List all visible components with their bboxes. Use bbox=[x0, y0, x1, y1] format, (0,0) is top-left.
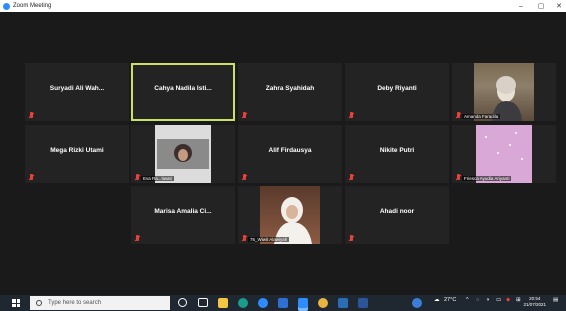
battery-icon[interactable]: ▭ bbox=[496, 297, 501, 303]
app-icon[interactable] bbox=[338, 298, 348, 308]
window-title: Zoom Meeting bbox=[13, 3, 52, 9]
participant-tile-video[interactable]: Amanda Faradila bbox=[452, 63, 556, 121]
maximize-button[interactable]: ▢ bbox=[532, 0, 550, 12]
muted-mic-icon bbox=[456, 112, 461, 118]
chevron-up-icon[interactable]: ^ bbox=[466, 297, 469, 303]
muted-mic-icon bbox=[242, 235, 247, 241]
participant-video bbox=[474, 63, 534, 121]
participant-tile[interactable]: Nikite Putri bbox=[345, 125, 449, 183]
participant-video bbox=[260, 186, 320, 244]
participant-tile[interactable]: Deby Riyanti bbox=[345, 63, 449, 121]
participant-name: Deby Riyanti bbox=[377, 85, 417, 92]
participant-tile[interactable]: Alif Firdausya bbox=[238, 125, 342, 183]
sound-icon[interactable]: ◑ bbox=[486, 297, 489, 303]
app-icon[interactable] bbox=[258, 298, 268, 308]
windows-start-icon[interactable] bbox=[12, 299, 20, 307]
gallery-view: Suryadi Ali Wah... Cahya Nadila Isti... … bbox=[0, 12, 566, 295]
weather-icon[interactable]: ☁ bbox=[434, 297, 440, 303]
participant-name: Cahya Nadila Isti... bbox=[154, 85, 212, 92]
cortana-icon[interactable] bbox=[178, 298, 187, 307]
participant-tile[interactable]: Suryadi Ali Wah... bbox=[25, 63, 129, 121]
participant-video bbox=[155, 125, 211, 183]
action-center-icon[interactable]: ▤ bbox=[553, 297, 558, 303]
file-explorer-icon[interactable] bbox=[218, 298, 228, 308]
participant-name: 76_Wiwit Alawiyah bbox=[248, 237, 290, 242]
word-icon[interactable] bbox=[358, 298, 368, 308]
person-silhouette-icon bbox=[492, 76, 522, 121]
muted-mic-icon bbox=[135, 235, 140, 241]
participant-tile[interactable]: Ahadi noor bbox=[345, 186, 449, 244]
participant-name: Alif Firdausya bbox=[268, 147, 312, 154]
weather-temperature[interactable]: 27°C bbox=[444, 297, 456, 303]
muted-mic-icon bbox=[29, 174, 34, 180]
clock-date: 21/07/2021 bbox=[523, 302, 546, 307]
participant-name: Marisa Amalia Ci... bbox=[154, 208, 212, 215]
participant-name: Eva Ra...tiwati bbox=[141, 176, 174, 181]
muted-mic-icon bbox=[135, 174, 140, 180]
participant-tile[interactable]: Marisa Amalia Ci... bbox=[131, 186, 235, 244]
participant-name: Nikite Putri bbox=[379, 147, 415, 154]
muted-mic-icon bbox=[349, 174, 354, 180]
participant-tile-video[interactable]: 76_Wiwit Alawiyah bbox=[238, 186, 342, 244]
network-icon[interactable]: ◌ bbox=[476, 297, 479, 303]
participant-video bbox=[476, 125, 532, 183]
language-icon[interactable]: ⊞ bbox=[516, 297, 521, 303]
muted-mic-icon bbox=[242, 112, 247, 118]
muted-mic-icon bbox=[349, 112, 354, 118]
taskbar-search-box[interactable]: Type here to search bbox=[30, 296, 170, 310]
search-icon bbox=[36, 300, 42, 306]
person-silhouette-icon bbox=[155, 125, 211, 183]
store-icon[interactable] bbox=[278, 298, 288, 308]
notification-app-icon[interactable]: ◆ bbox=[506, 297, 510, 303]
edge-browser-icon[interactable] bbox=[238, 298, 248, 308]
tray-app-icon[interactable] bbox=[412, 298, 422, 308]
window-titlebar: Zoom Meeting bbox=[0, 0, 566, 12]
participant-tile[interactable]: Zahra Syahidah bbox=[238, 63, 342, 121]
muted-mic-icon bbox=[242, 174, 247, 180]
chrome-icon[interactable] bbox=[318, 298, 328, 308]
zoom-app-icon bbox=[3, 2, 10, 10]
muted-mic-icon bbox=[29, 112, 34, 118]
close-button[interactable]: ✕ bbox=[550, 0, 566, 12]
search-placeholder: Type here to search bbox=[48, 300, 102, 306]
participant-tile[interactable]: Mega Rizki Utami bbox=[25, 125, 129, 183]
taskbar-clock[interactable]: 20:54 21/07/2021 bbox=[523, 296, 546, 308]
participant-name: Ahadi noor bbox=[379, 208, 415, 215]
muted-mic-icon bbox=[349, 235, 354, 241]
participant-name: Mega Rizki Utami bbox=[50, 147, 104, 154]
participant-name: Suryadi Ali Wah... bbox=[49, 85, 105, 92]
windows-taskbar: Type here to search ☁ 27°C ^ ◌ ◑ ▭ ◆ ⊞ 2… bbox=[0, 295, 566, 311]
person-silhouette-icon bbox=[274, 197, 312, 244]
participant-tile-video[interactable]: Friesca Ayudia Ariyanti bbox=[452, 125, 556, 183]
sparkle-background-icon bbox=[485, 132, 523, 160]
minimize-button[interactable]: – bbox=[512, 0, 530, 12]
task-view-icon[interactable] bbox=[198, 298, 208, 307]
participant-name: Amanda Faradila bbox=[462, 114, 501, 119]
muted-mic-icon bbox=[456, 174, 461, 180]
participant-name: Friesca Ayudia Ariyanti bbox=[462, 176, 512, 181]
participant-tile-video[interactable]: Eva Ra...tiwati bbox=[131, 125, 235, 183]
participant-name: Zahra Syahidah bbox=[265, 85, 315, 92]
zoom-taskbar-icon[interactable] bbox=[298, 298, 308, 308]
participant-tile-active-speaker[interactable]: Cahya Nadila Isti... bbox=[131, 63, 235, 121]
